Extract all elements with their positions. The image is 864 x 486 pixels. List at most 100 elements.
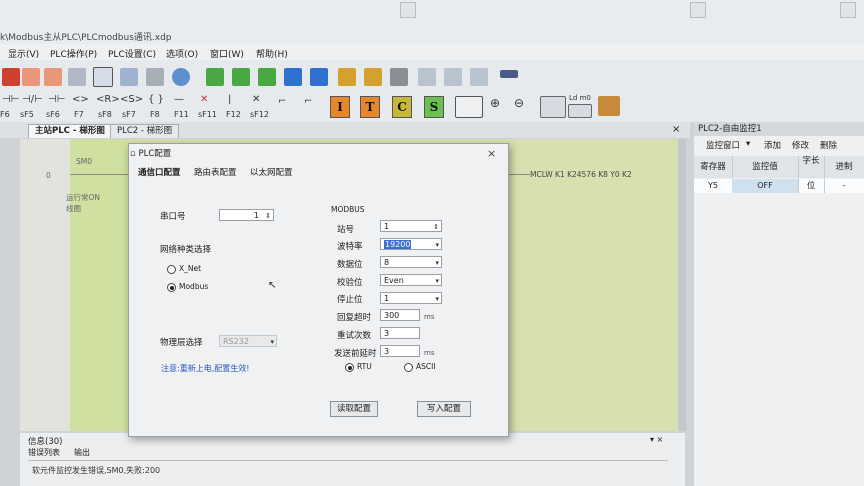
run-icon[interactable] xyxy=(284,68,302,86)
menu-plc-settings[interactable]: PLC设置(C) xyxy=(108,47,156,60)
hline-icon[interactable]: — xyxy=(174,94,184,105)
read-config-button[interactable]: 读取配置 xyxy=(330,401,378,417)
lock-icon[interactable] xyxy=(338,68,356,86)
transfer-icon[interactable] xyxy=(598,96,620,116)
chevron-down-icon[interactable]: ▾ xyxy=(746,139,750,149)
key-sf5[interactable]: sF5 xyxy=(20,110,34,119)
coil-s-icon[interactable]: <S> xyxy=(120,94,143,105)
arrow-left-icon[interactable] xyxy=(22,68,40,86)
contact-p-icon[interactable]: ⊣⊢ xyxy=(48,94,65,105)
arrow-right-icon[interactable] xyxy=(44,68,62,86)
printer-icon[interactable] xyxy=(146,68,164,86)
close-window-button[interactable] xyxy=(840,2,856,18)
ld-m0-icon[interactable]: Ld m0 xyxy=(569,94,591,102)
ladder-scrollbar[interactable] xyxy=(678,139,686,431)
minimize-button[interactable] xyxy=(400,2,416,18)
insert-c-button[interactable]: C xyxy=(392,96,412,118)
help-icon[interactable] xyxy=(172,68,190,86)
tab-plc2[interactable]: PLC2 - 梯形图 xyxy=(110,124,180,138)
baud-select[interactable]: 19200 ▾ xyxy=(380,238,442,250)
tab-output[interactable]: 输出 xyxy=(74,447,90,458)
write-config-button[interactable]: 写入配置 xyxy=(417,401,471,417)
zoom-doc-icon[interactable] xyxy=(470,68,488,86)
bracket-icon[interactable]: { } xyxy=(148,94,164,105)
chevron-down-icon: ▾ xyxy=(435,241,439,249)
block-icon[interactable]: ⌐ xyxy=(278,96,286,107)
upload-arrow-icon[interactable] xyxy=(258,68,276,86)
station-spinner[interactable]: 1 ⇕ xyxy=(380,220,442,232)
key-sf11[interactable]: sF11 xyxy=(198,110,217,119)
coil-r-icon[interactable]: <R> xyxy=(96,94,120,105)
maximize-button[interactable] xyxy=(690,2,706,18)
monitor-window-button[interactable]: 监控窗口 xyxy=(706,139,740,151)
key-sf7[interactable]: sF7 xyxy=(122,110,136,119)
coil-icon[interactable]: <> xyxy=(72,94,89,105)
binoculars-icon[interactable] xyxy=(68,68,86,86)
key-f7[interactable]: F7 xyxy=(74,110,84,119)
timeout-input[interactable]: 300 xyxy=(380,309,420,321)
databits-select[interactable]: 8 ▾ xyxy=(380,256,442,268)
list-icon[interactable] xyxy=(93,67,113,87)
stop-icon[interactable] xyxy=(2,68,20,86)
delay-input[interactable]: 3 xyxy=(380,345,420,357)
stop-plc-icon[interactable] xyxy=(310,68,328,86)
close-icon[interactable]: × xyxy=(487,147,496,160)
tab-comm-port[interactable]: 通信口配置 xyxy=(138,166,181,178)
key-f11[interactable]: F11 xyxy=(174,110,189,119)
document-icon[interactable] xyxy=(120,68,138,86)
key-sf8[interactable]: sF8 xyxy=(98,110,112,119)
key-sf6[interactable]: sF6 xyxy=(46,110,60,119)
close-tab-icon[interactable]: × xyxy=(672,124,680,135)
add-button[interactable]: 添加 xyxy=(764,139,781,151)
key-f6[interactable]: F6 xyxy=(0,110,10,119)
radio-modbus[interactable] xyxy=(167,283,176,292)
pin-icon[interactable]: ▾ × xyxy=(650,435,663,444)
delete-button[interactable]: 删除 xyxy=(820,139,837,151)
vline-icon[interactable]: | xyxy=(228,94,231,105)
parity-select[interactable]: Even ▾ xyxy=(380,274,442,286)
key-f12[interactable]: F12 xyxy=(226,110,241,119)
download-all-icon[interactable] xyxy=(232,68,250,86)
serial-spinner[interactable]: 1 ⇕ xyxy=(219,209,274,221)
unlock-icon[interactable] xyxy=(364,68,382,86)
databits-value: 8 xyxy=(384,258,390,267)
block-edit-icon[interactable]: ⌐ xyxy=(304,96,312,107)
tab-ethernet[interactable]: 以太网配置 xyxy=(250,166,293,178)
menu-window[interactable]: 窗口(W) xyxy=(210,47,244,60)
delete-line-icon[interactable]: ✕ xyxy=(200,94,208,105)
instruction-list-icon[interactable] xyxy=(568,104,592,118)
delete-vline-icon[interactable]: ✕ xyxy=(252,94,260,105)
radio-xnet[interactable] xyxy=(167,265,176,274)
zoom-in-icon[interactable]: ⊕ xyxy=(490,96,500,110)
contact-no-icon[interactable]: ⊣⊢ xyxy=(2,94,19,105)
key-f8[interactable]: F8 xyxy=(150,110,160,119)
key-sf12[interactable]: sF12 xyxy=(250,110,269,119)
baud-label: 波特率 xyxy=(337,242,363,252)
insert-t-button[interactable]: T xyxy=(360,96,380,118)
menu-view[interactable]: 显示(V) xyxy=(8,47,39,60)
ladder-view-icon[interactable] xyxy=(455,96,483,118)
menu-help[interactable]: 帮助(H) xyxy=(256,47,288,60)
menu-options[interactable]: 选项(O) xyxy=(166,47,198,60)
retry-input[interactable]: 3 xyxy=(380,327,420,339)
minus-box-icon[interactable] xyxy=(500,70,518,78)
table-icon[interactable] xyxy=(540,96,566,118)
menu-plc-operation[interactable]: PLC操作(P) xyxy=(50,47,97,60)
stopbits-select[interactable]: 1 ▾ xyxy=(380,292,442,304)
insert-s-button[interactable]: S xyxy=(424,96,444,118)
search-doc-icon[interactable] xyxy=(444,68,462,86)
radio-ascii[interactable] xyxy=(404,363,413,372)
table-row[interactable]: Y5 OFF 位 - xyxy=(694,179,864,193)
zoom-out-icon[interactable]: ⊖ xyxy=(514,96,524,110)
contact-nc-icon[interactable]: ⊣/⊢ xyxy=(22,94,43,105)
tab-error-list[interactable]: 错误列表 xyxy=(28,447,60,458)
calendar-icon[interactable] xyxy=(390,68,408,86)
download-arrow-icon[interactable] xyxy=(206,68,224,86)
tab-master-plc[interactable]: 主站PLC - 梯形图 xyxy=(28,124,112,138)
insert-i-button[interactable]: I xyxy=(330,96,350,118)
coil-instruction[interactable]: MCLW K1 K24576 K8 Y0 K2 xyxy=(530,170,678,182)
tab-route-table[interactable]: 路由表配置 xyxy=(194,166,237,178)
modify-button[interactable]: 修改 xyxy=(792,139,809,151)
monitor-icon[interactable] xyxy=(418,68,436,86)
radio-rtu[interactable] xyxy=(345,363,354,372)
